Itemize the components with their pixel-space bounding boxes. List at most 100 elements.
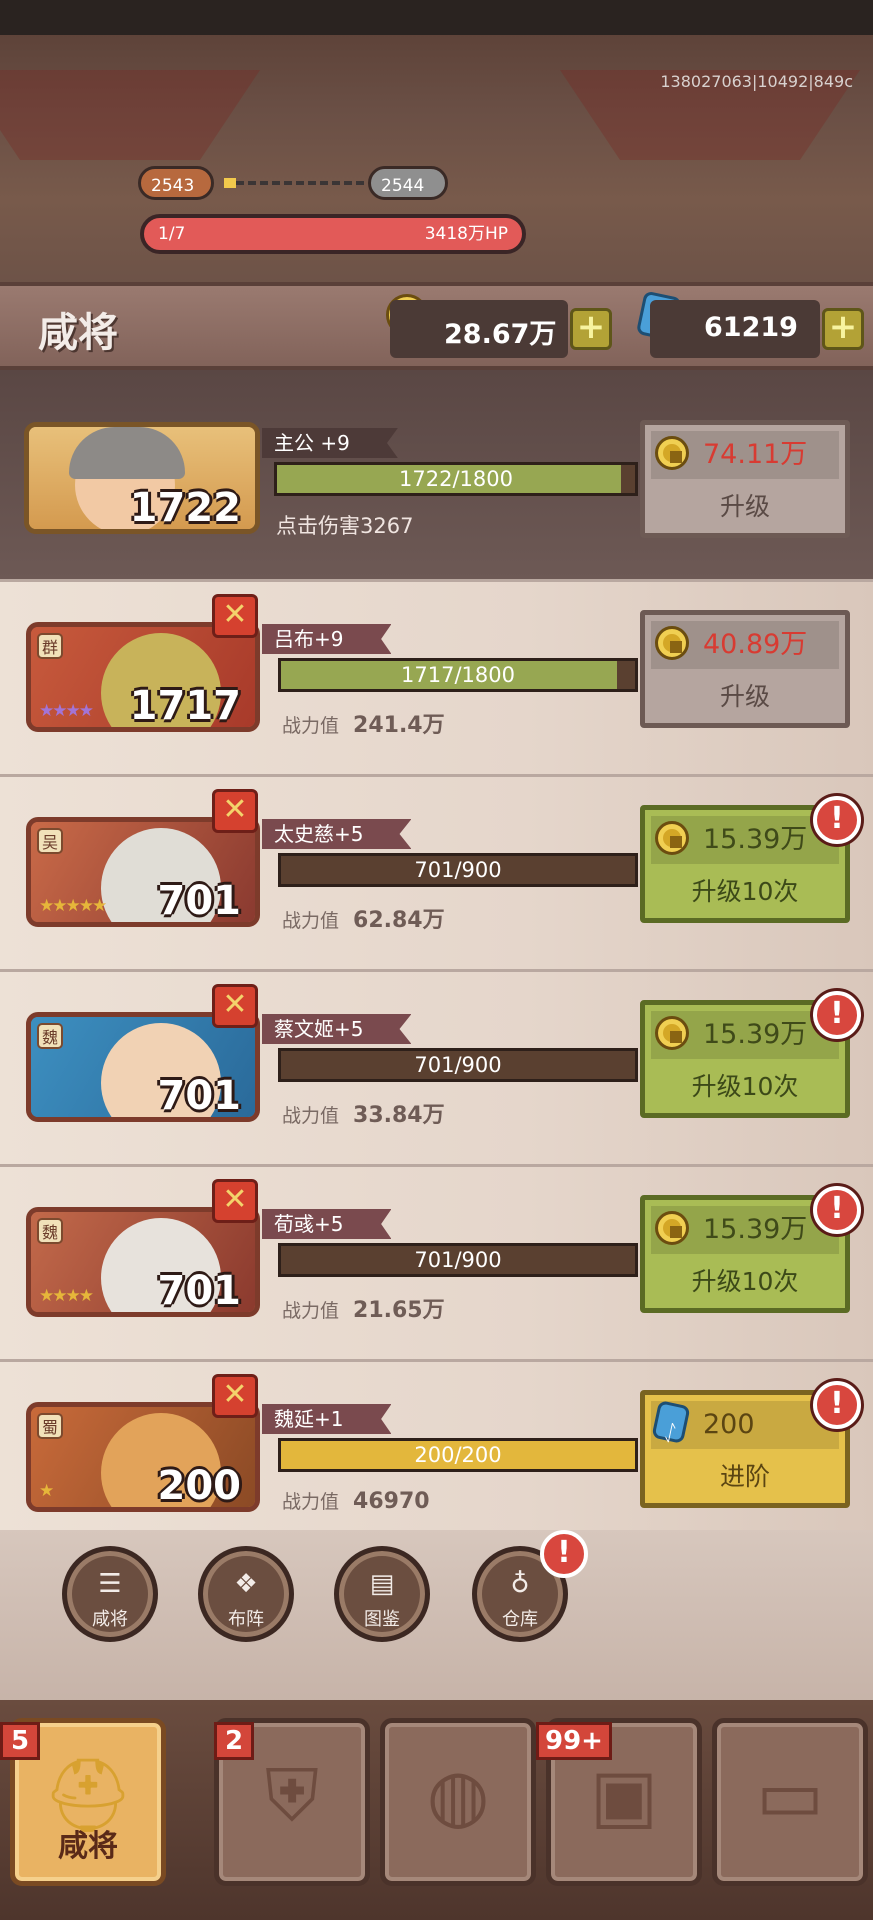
class-swords-icon: ✕ [212, 594, 258, 638]
general-cost-value: 200 [703, 1409, 755, 1440]
general-xp-bar: 701/900 [278, 1243, 638, 1277]
general-upgrade-button[interactable]: 15.39万 升级10次 ! [640, 1186, 861, 1313]
general-level: 701 [157, 1268, 242, 1314]
faction-badge: 魏 [37, 1218, 63, 1244]
tab-badge: 2 [214, 1722, 254, 1760]
lord-portrait[interactable]: 1722 [24, 422, 260, 534]
general-upgrade-button[interactable]: 40.89万 升级 [640, 610, 850, 728]
quick-button-label: 布阵 [228, 1609, 264, 1630]
current-stage-badge: 2543 [138, 166, 214, 200]
general-xp-bar: 701/900 [278, 1048, 638, 1082]
general-portrait[interactable]: 群 ★★★★ 1717 [26, 622, 260, 732]
quick-button-label: 仓库 [502, 1609, 538, 1630]
general-level: 200 [157, 1463, 242, 1509]
quick-button-3[interactable]: ▤ 图鉴 [334, 1546, 430, 1642]
gold-coin-icon [655, 436, 689, 470]
power-value: 46970 [353, 1489, 430, 1514]
general-name: 魏延+1 [262, 1404, 392, 1434]
tab-label: 咸将 [58, 1829, 118, 1864]
bottom-tab-3[interactable]: ◍ [380, 1718, 536, 1886]
general-upgrade-label: 进阶 [719, 1462, 770, 1491]
general-upgrade-label: 升级10次 [691, 1267, 799, 1296]
general-upgrade-button[interactable]: 200 进阶 ! [640, 1381, 861, 1508]
build-id: 138027063|10492|849c [660, 72, 853, 91]
lord-xp-bar: 1722/1800 [274, 462, 638, 496]
star-rating: ★★★★ [39, 701, 94, 721]
tab-badge: 5 [0, 1722, 40, 1760]
class-swords-icon: ✕ [212, 1374, 258, 1418]
general-row: 魏 701 ✕ 蔡文姬+5 701/900 战力值 33.84万 15.39万 升… [0, 972, 873, 1167]
faction-badge: 魏 [37, 1023, 63, 1049]
bottom-tab-5[interactable]: ▭ [712, 1718, 868, 1886]
lord-upgrade-cost: 74.11万 [651, 431, 839, 479]
power-label: 战力值 [282, 1491, 340, 1513]
power-value: 33.84万 [353, 1103, 445, 1128]
general-upgrade-button[interactable]: 15.39万 升级10次 ! [640, 991, 861, 1118]
general-upgrade-label: 升级 [719, 682, 770, 711]
general-cost-value: 15.39万 [703, 1019, 808, 1050]
general-portrait[interactable]: 魏 701 [26, 1012, 260, 1122]
gold-coin-icon [655, 1016, 689, 1050]
general-level: 701 [157, 1073, 242, 1119]
gem-amount: 61219 [704, 312, 798, 343]
general-cost-value: 15.39万 [703, 1214, 808, 1245]
faction-badge: 蜀 [37, 1413, 63, 1439]
scroll-icon: ▭ [755, 1753, 825, 1837]
general-upgrade-button[interactable]: 15.39万 升级10次 ! [640, 796, 861, 923]
general-portrait[interactable]: 吴 ★★★★★ 701 [26, 817, 260, 927]
general-upgrade-label: 升级10次 [691, 877, 799, 906]
general-xp-text: 701/900 [414, 858, 502, 882]
chest-icon: ▣ [589, 1753, 659, 1837]
alert-icon: ! [813, 796, 861, 844]
alert-icon: ! [813, 1381, 861, 1429]
add-gem-button[interactable]: + [822, 308, 864, 350]
gold-coin-icon [655, 626, 689, 660]
star-rating: ★★★★★ [39, 896, 107, 916]
formation-icon: ❖ [234, 1569, 258, 1599]
alert-icon: ! [813, 991, 861, 1039]
quick-button-1[interactable]: ☰ 咸将 [62, 1546, 158, 1642]
general-xp-text: 701/900 [414, 1248, 502, 1272]
star-rating: ★ [39, 1481, 54, 1501]
gem-counter: 61219 [650, 300, 820, 358]
general-power: 战力值 21.65万 [282, 1292, 445, 1324]
class-swords-icon: ✕ [212, 789, 258, 833]
gold-counter: 28.67万 [390, 300, 568, 358]
alert-icon: ! [813, 1186, 861, 1234]
general-xp-bar: 1717/1800 [278, 658, 638, 692]
tab-badge: 99+ [536, 1722, 612, 1760]
general-name: 荀彧+5 [262, 1209, 392, 1239]
stage-progress-dots [224, 181, 364, 185]
general-upgrade-cost: 200 [651, 1400, 839, 1449]
star-rating: ★★★★ [39, 1286, 94, 1306]
power-value: 241.4万 [353, 713, 445, 738]
shell-icon: ◍ [426, 1753, 490, 1837]
general-name: 吕布+9 [262, 624, 392, 654]
general-xp-text: 1717/1800 [401, 663, 515, 687]
enemy-hp-bar: 1/7 3418万HP [140, 214, 526, 254]
power-label: 战力值 [282, 910, 340, 932]
general-upgrade-cost: 15.39万 [651, 1206, 839, 1254]
quick-button-2[interactable]: ❖ 布阵 [198, 1546, 294, 1642]
general-row: 蜀 ★ 200 ✕ 魏延+1 200/200 战力值 46970 200 进阶 ! [0, 1362, 873, 1557]
general-portrait[interactable]: 蜀 ★ 200 [26, 1402, 260, 1512]
general-cost-value: 15.39万 [703, 824, 808, 855]
wave-counter: 1/7 [158, 224, 186, 244]
general-upgrade-cost: 40.89万 [651, 621, 839, 669]
add-gold-button[interactable]: + [570, 308, 612, 350]
general-upgrade-cost: 15.39万 [651, 816, 839, 864]
lord-click-damage: 点击伤害3267 [276, 514, 414, 538]
general-portrait[interactable]: 魏 ★★★★ 701 [26, 1207, 260, 1317]
lord-upgrade-button[interactable]: 74.11万 升级 [640, 420, 850, 538]
book-icon: ▤ [369, 1569, 395, 1599]
general-row: 魏 ★★★★ 701 ✕ 荀彧+5 701/900 战力值 21.65万 15.3… [0, 1167, 873, 1362]
page-header: 咸将 28.67万 + 61219 + [0, 282, 873, 370]
general-power: 战力值 62.84万 [282, 902, 445, 934]
warehouse-alert-icon: ! [540, 1530, 588, 1578]
general-upgrade-label: 升级10次 [691, 1072, 799, 1101]
page-title: 咸将 [38, 310, 118, 356]
lord-level: 1722 [129, 485, 241, 531]
power-label: 战力值 [282, 1300, 340, 1322]
lord-name: 主公 +9 [262, 428, 398, 458]
next-stage-badge: 2544 [368, 166, 448, 200]
